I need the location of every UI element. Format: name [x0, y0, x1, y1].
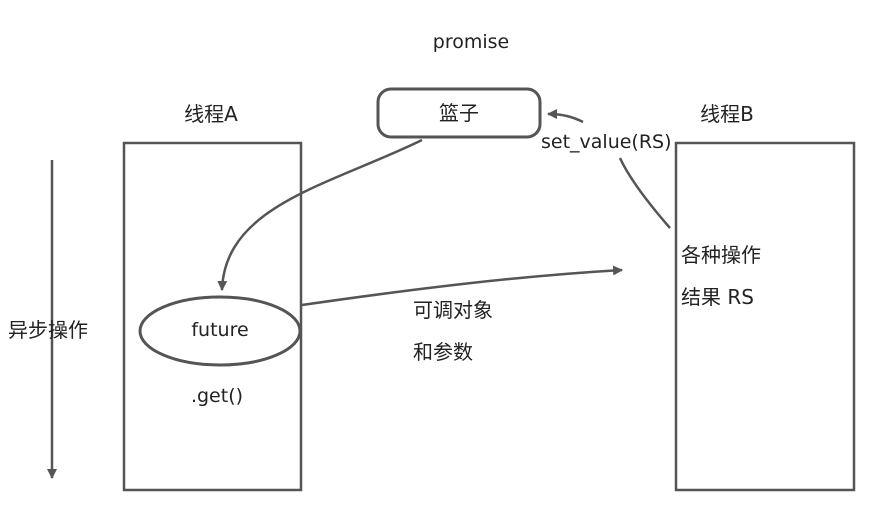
callable-object-label: 可调对象: [413, 298, 493, 322]
set-value-label: set_value(RS): [541, 131, 672, 153]
get-call-label: .get(): [190, 385, 244, 407]
thread-b-result-label: 结果 RS: [681, 285, 754, 309]
set-value-to-basket-arrow: [547, 109, 584, 124]
thread-a-box: [122, 141, 303, 492]
basket-to-future-arrow: [217, 138, 423, 291]
promise-title: promise: [432, 31, 510, 53]
set-value-curve: [618, 157, 671, 229]
thread-b-box: [674, 141, 856, 492]
thread-a-title: 线程A: [184, 102, 238, 126]
callable-args-label: 和参数: [413, 340, 473, 364]
thread-b-ops-label: 各种操作: [681, 243, 761, 267]
async-operation-label: 异步操作: [8, 318, 88, 342]
thread-b-title: 线程B: [700, 102, 754, 126]
basket-label: 篮子: [439, 101, 479, 125]
future-label: future: [191, 319, 249, 341]
